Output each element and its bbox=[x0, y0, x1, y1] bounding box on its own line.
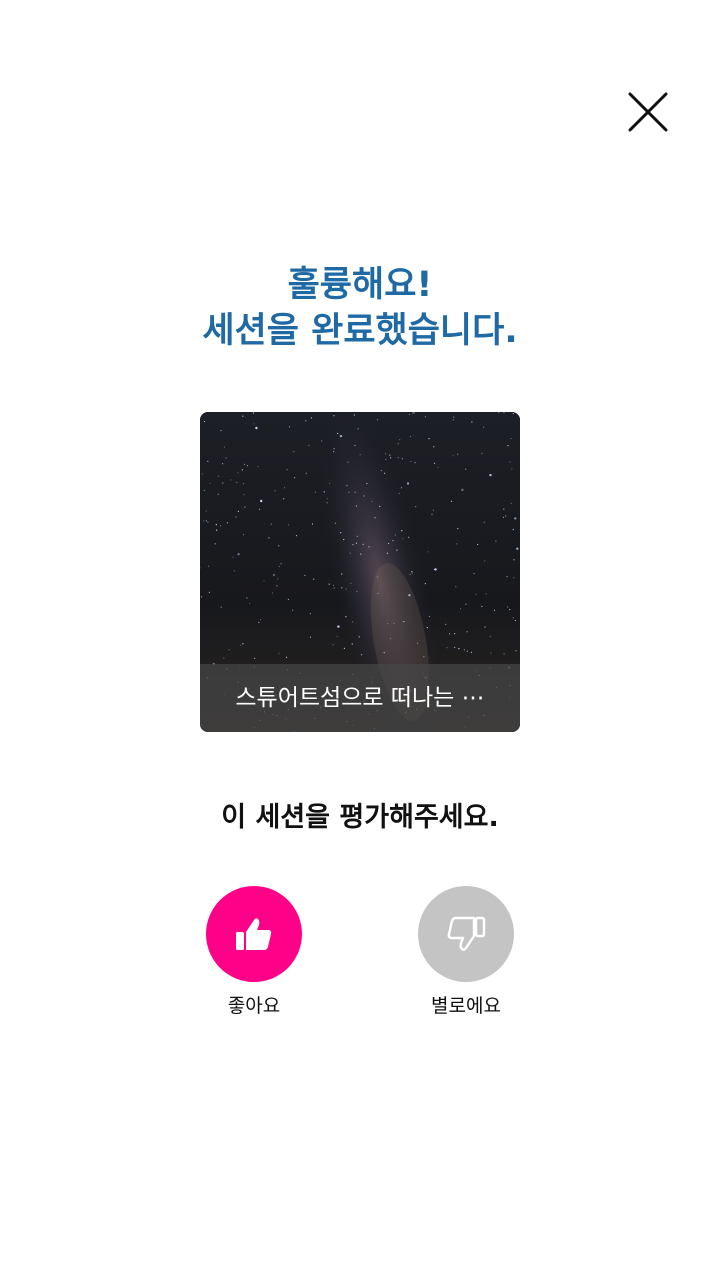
headline-line-2: 세션을 완료했습니다. bbox=[202, 311, 518, 351]
like-circle[interactable] bbox=[206, 886, 302, 982]
session-card[interactable]: 스튜어트섬으로 떠나는 ⋯ bbox=[200, 412, 520, 732]
like-label: 좋아요 bbox=[227, 995, 281, 1017]
rating-prompt: 이 세션을 평가해주세요. bbox=[221, 802, 499, 833]
close-button[interactable] bbox=[622, 86, 674, 138]
session-title: 스튜어트섬으로 떠나는 ⋯ bbox=[200, 664, 520, 732]
dislike-button[interactable]: 별로에요 bbox=[396, 886, 536, 1018]
like-button[interactable]: 좋아요 bbox=[184, 886, 324, 1018]
headline-line-1: 훌륭해요! bbox=[287, 265, 433, 305]
completion-headline: 훌륭해요! 세션을 완료했습니다. bbox=[0, 262, 720, 354]
dislike-label: 별로에요 bbox=[431, 995, 501, 1017]
thumbs-up-icon bbox=[236, 918, 272, 950]
close-icon bbox=[628, 92, 668, 132]
thumbs-down-icon bbox=[447, 916, 486, 951]
dislike-circle[interactable] bbox=[418, 886, 514, 982]
